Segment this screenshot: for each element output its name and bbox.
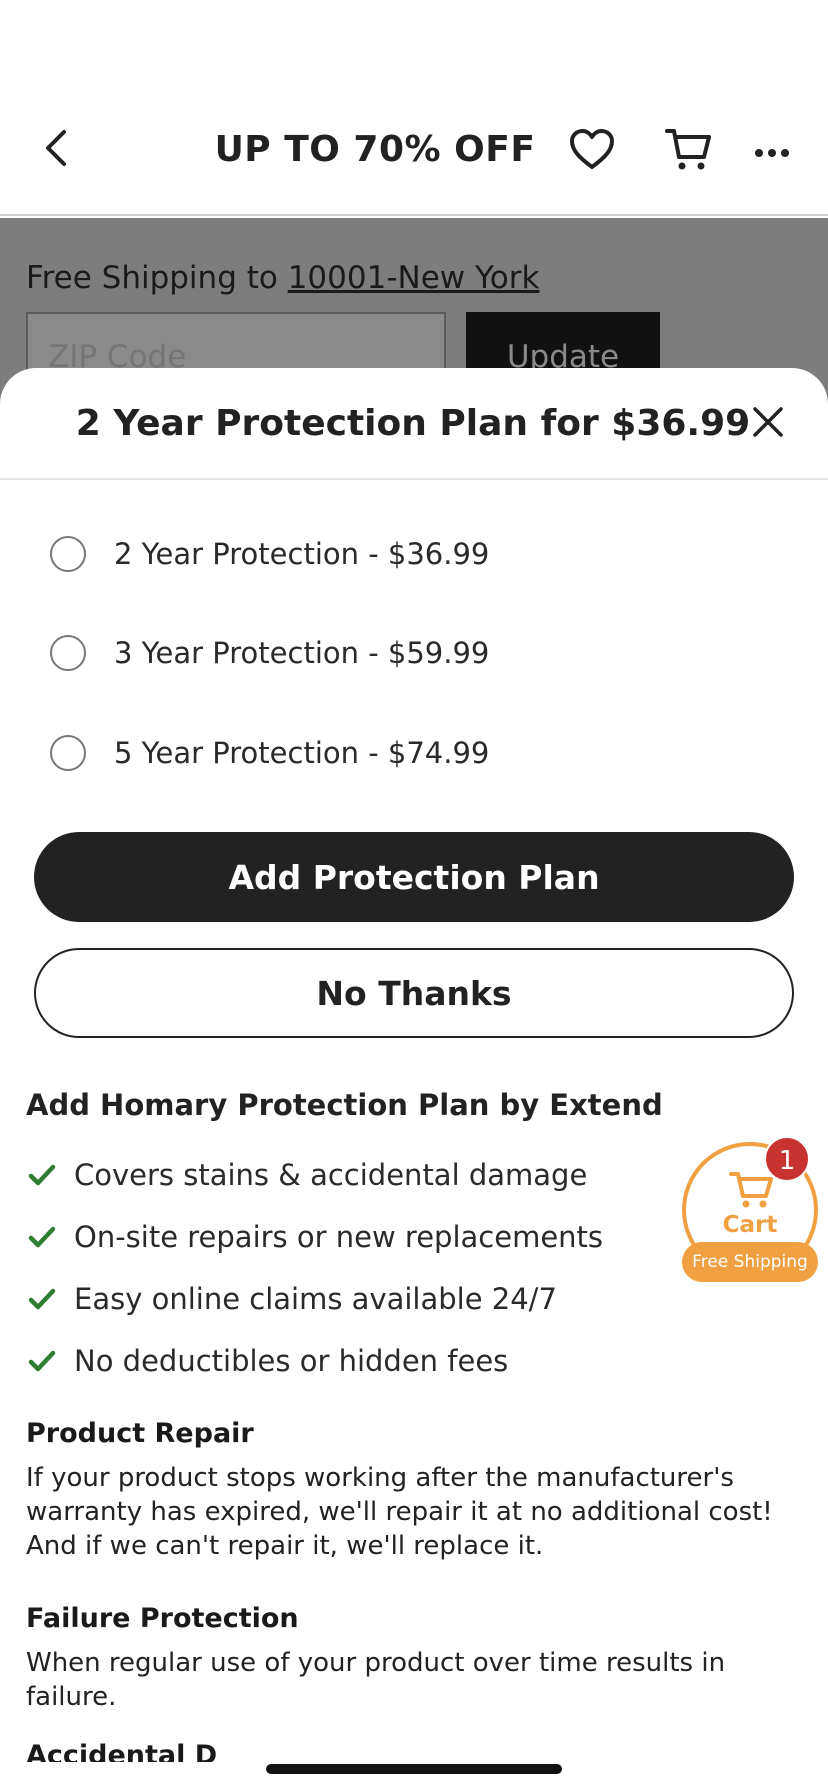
wishlist-button[interactable] [566,126,618,178]
page-title: UP TO 70% OFF [214,129,536,170]
radio-button[interactable] [50,635,86,671]
shipping-location-link[interactable]: 10001-New York [288,260,540,296]
shipping-prefix: Free Shipping to [26,260,288,296]
sheet-header: 2 Year Protection Plan for $36.99 [0,368,828,480]
more-button[interactable] [746,126,798,178]
benefit-text: Easy online claims available 24/7 [74,1282,557,1316]
check-icon [26,1159,58,1191]
product-repair-heading: Product Repair [26,1418,254,1449]
no-thanks-button[interactable]: No Thanks [34,948,794,1038]
home-indicator[interactable] [266,1764,562,1774]
top-header: UP TO 70% OFF [0,100,828,216]
product-repair-text: If your product stops working after the … [26,1463,773,1561]
cart-count-badge: 1 [764,1136,810,1182]
close-icon [753,407,783,441]
option-label: 2 Year Protection - $36.99 [114,537,490,571]
failure-protection-heading: Failure Protection [26,1603,299,1634]
check-icon [26,1345,58,1377]
protection-plan-sheet: 2 Year Protection Plan for $36.99 2 Year… [0,368,828,1792]
floating-cart-label: Cart [722,1212,778,1238]
back-button[interactable] [36,126,76,174]
cart-button[interactable] [662,126,714,178]
option-label: 3 Year Protection - $59.99 [114,636,490,670]
info-title: Add Homary Protection Plan by Extend [26,1088,663,1122]
protection-option-5-year[interactable]: 5 Year Protection - $74.99 [50,723,690,783]
benefit-item: No deductibles or hidden fees [26,1330,806,1392]
benefit-text: Covers stains & accidental damage [74,1158,588,1192]
protection-option-2-year[interactable]: 2 Year Protection - $36.99 [50,524,690,584]
benefit-text: No deductibles or hidden fees [74,1344,509,1378]
sheet-title: 2 Year Protection Plan for $36.99 [75,403,751,444]
protection-option-3-year[interactable]: 3 Year Protection - $59.99 [50,623,690,683]
radio-button[interactable] [50,735,86,771]
benefit-text: On-site repairs or new replacements [74,1220,604,1254]
shipping-line: Free Shipping to 10001-New York [26,260,539,296]
more-horizontal-icon [754,143,790,162]
add-protection-plan-button[interactable]: Add Protection Plan [34,832,794,922]
close-button[interactable] [744,400,792,448]
failure-protection-text: When regular use of your product over ti… [26,1648,726,1712]
heart-icon [569,129,615,175]
cart-icon [664,127,712,177]
accidental-damage-heading: Accidental D [26,1740,218,1762]
option-label: 5 Year Protection - $74.99 [114,736,490,770]
chevron-left-icon [44,128,68,172]
check-icon [26,1283,58,1315]
status-bar-area [0,0,828,100]
radio-button[interactable] [50,536,86,572]
free-shipping-pill: Free Shipping [682,1242,818,1282]
check-icon [26,1221,58,1253]
cart-icon [728,1170,776,1210]
